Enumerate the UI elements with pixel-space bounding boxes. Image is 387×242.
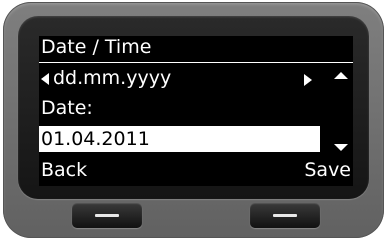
save-softkey-label[interactable]: Save xyxy=(304,161,351,180)
scroll-up-icon xyxy=(334,72,348,79)
minus-bar-icon xyxy=(95,214,119,217)
title-bar: Date / Time xyxy=(39,36,353,61)
phone-device: Date / Time dd.mm.yyyy Date: 01.04.2011 … xyxy=(3,2,384,238)
format-value: dd.mm.yyyy xyxy=(53,67,172,89)
back-softkey-label[interactable]: Back xyxy=(41,161,87,180)
right-softkey-button[interactable] xyxy=(250,203,320,228)
screen-title: Date / Time xyxy=(41,36,152,58)
format-selector[interactable]: dd.mm.yyyy xyxy=(39,66,353,91)
softkey-bar: Back Save xyxy=(39,158,353,183)
display-screen: Date / Time dd.mm.yyyy Date: 01.04.2011 … xyxy=(39,36,353,186)
title-divider xyxy=(39,62,353,63)
date-input-field[interactable]: 01.04.2011 xyxy=(39,126,320,152)
date-label-row: Date: xyxy=(39,96,353,121)
left-softkey-button[interactable] xyxy=(72,203,142,228)
minus-bar-icon xyxy=(273,214,297,217)
scroll-down-icon xyxy=(334,144,348,151)
date-label: Date: xyxy=(41,97,93,119)
date-input-value: 01.04.2011 xyxy=(41,128,150,150)
right-arrow-icon[interactable] xyxy=(304,74,312,86)
left-arrow-icon[interactable] xyxy=(41,73,49,85)
